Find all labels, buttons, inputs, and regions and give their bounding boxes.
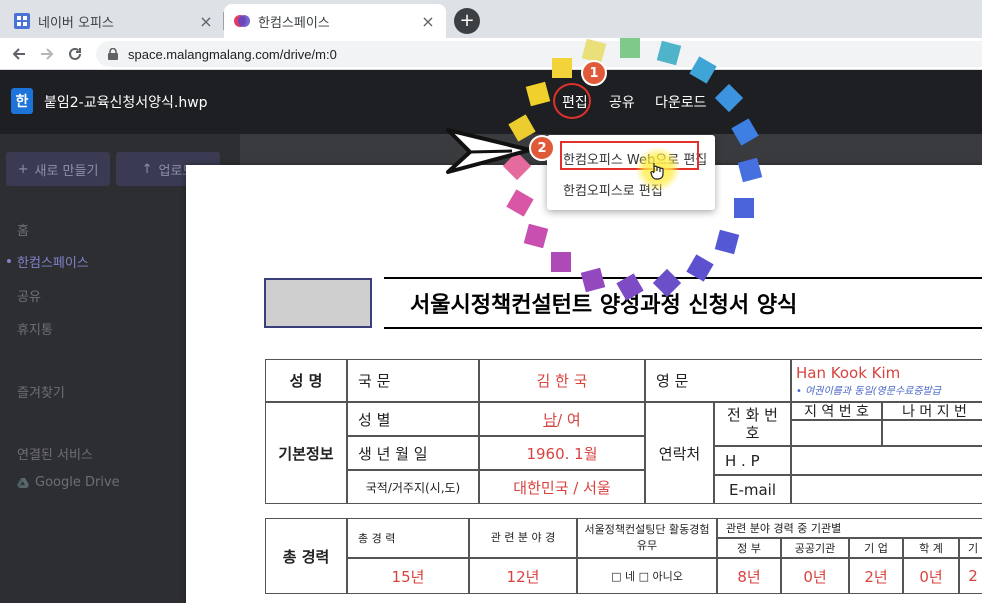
screen: 네이버 오피스 × 한컴스페이스 × + space.malangmalang.… xyxy=(0,0,982,603)
hancom-space-favicon-icon xyxy=(234,15,250,27)
document-preview: 서울시정책컨설턴트 양성과정 신청서 양식 성 명 국 문 김 한 국 영 문 … xyxy=(186,165,982,603)
gender-male: 남 xyxy=(543,410,558,429)
google-drive-label: Google Drive xyxy=(35,475,120,490)
tab-naver-office[interactable]: 네이버 오피스 × xyxy=(4,4,224,38)
url-text: space.malangmalang.com/drive/m:0 xyxy=(128,46,337,62)
lock-icon xyxy=(108,48,118,60)
contact-label: 연락처 xyxy=(645,402,714,504)
photo-placeholder xyxy=(264,278,372,328)
public-org-value: 0년 xyxy=(781,558,849,594)
new-tab-button[interactable]: + xyxy=(454,8,480,34)
tab-hancom-space[interactable]: 한컴스페이스 × xyxy=(224,4,446,38)
edit-in-hancom-office-item[interactable]: 한컴오피스로 편집 xyxy=(547,173,715,205)
korean-label: 국 문 xyxy=(347,359,479,402)
company-label: 기 업 xyxy=(849,538,903,558)
english-name-note: • 여권이름과 동일(영문수료증발급 xyxy=(796,386,941,397)
total-career-label: 총 경 력 xyxy=(347,518,469,558)
related-career-value: 12년 xyxy=(469,558,577,594)
birth-label: 생 년 월 일 xyxy=(347,436,479,470)
edit-menu-highlight-circle xyxy=(553,83,591,119)
hp-label: H . P xyxy=(714,446,791,475)
rest-number-label: 나 머 지 번 xyxy=(882,402,982,420)
hand-cursor-icon xyxy=(650,163,664,180)
gender-female: / 여 xyxy=(557,410,581,429)
step-1-badge: 1 xyxy=(581,60,607,86)
nationality-value: 대한민국 / 서울 xyxy=(479,470,645,504)
tab-close-icon[interactable]: × xyxy=(196,11,216,31)
birth-value: 1960. 1월 xyxy=(479,436,645,470)
email-label: E-mail xyxy=(714,475,791,504)
english-label: 영 문 xyxy=(645,359,791,402)
email-value xyxy=(791,475,982,504)
tab-title: 한컴스페이스 xyxy=(258,15,330,31)
total-career-value: 15년 xyxy=(347,558,469,594)
browser-tab-bar: 네이버 오피스 × 한컴스페이스 × + xyxy=(0,0,982,38)
company-value: 2년 xyxy=(849,558,903,594)
tab-title: 네이버 오피스 xyxy=(38,15,114,31)
share-menu-button[interactable]: 공유 xyxy=(609,92,635,112)
document-name: 붙임2-교육신청서양식.hwp xyxy=(44,95,208,111)
other-value: 2 xyxy=(959,558,982,594)
name-label: 성 명 xyxy=(265,359,347,402)
related-career-label: 관 련 분 야 경 xyxy=(469,518,577,558)
document-title: 서울시정책컨설턴트 양성과정 신청서 양식 xyxy=(384,277,982,329)
area-code-value xyxy=(791,420,882,446)
forward-icon[interactable] xyxy=(34,41,60,67)
sidebar-item-shared[interactable]: 공유 xyxy=(17,286,41,305)
upload-arrow-icon: ↑ xyxy=(141,161,153,177)
org-career-label: 관련 분야 경력 중 기관별 xyxy=(717,518,982,538)
gov-value: 8년 xyxy=(717,558,781,594)
back-icon[interactable] xyxy=(6,41,32,67)
active-indicator xyxy=(7,259,11,263)
gender-label: 성 별 xyxy=(347,402,479,436)
academic-label: 학 계 xyxy=(903,538,959,558)
rest-number-value xyxy=(882,420,982,446)
consulting-experience-value: □ 네 □ 아니오 xyxy=(577,558,717,594)
basic-info-label: 기본정보 xyxy=(265,402,347,504)
reload-icon[interactable] xyxy=(62,41,88,67)
naver-office-favicon-icon xyxy=(14,13,30,29)
hancom-logo-icon[interactable]: 한 xyxy=(11,88,33,114)
step-2-badge: 2 xyxy=(529,135,555,161)
gender-value: 남 / 여 xyxy=(479,402,645,436)
download-menu-button[interactable]: 다운로드 xyxy=(655,92,707,112)
consulting-experience-label: 서울정책컨설팅단 활동경험유무 xyxy=(577,518,717,558)
sidebar-item-home[interactable]: 홈 xyxy=(17,220,29,239)
sidebar-item-favorites[interactable]: 즐겨찾기 xyxy=(17,382,65,401)
english-name-value: Han Kook Kim xyxy=(796,364,901,382)
public-org-label: 공공기관 xyxy=(781,538,849,558)
sidebar-item-google-drive[interactable]: Google Drive xyxy=(17,475,120,490)
sidebar-item-trash[interactable]: 휴지통 xyxy=(17,319,53,338)
address-bar[interactable]: space.malangmalang.com/drive/m:0 xyxy=(96,41,982,67)
google-drive-icon xyxy=(17,477,29,488)
korean-name-value: 김 한 국 xyxy=(479,359,645,402)
connected-services-heading: 연결된 서비스 xyxy=(17,448,93,463)
career-label: 총 경력 xyxy=(265,518,347,594)
phone-label: 전 화 번 호 xyxy=(714,402,791,446)
tab-close-icon[interactable]: × xyxy=(418,11,438,31)
sidebar-item-hancom-space[interactable]: 한컴스페이스 xyxy=(17,252,89,271)
area-code-label: 지 역 번 호 xyxy=(791,402,882,420)
hp-value xyxy=(791,446,982,475)
more-menu-icon[interactable]: ⋮ xyxy=(728,92,742,108)
gov-label: 정 부 xyxy=(717,538,781,558)
english-name-cell: Han Kook Kim • 여권이름과 동일(영문수료증발급 xyxy=(791,359,982,402)
plus-icon: + xyxy=(17,161,29,177)
new-document-label: 새로 만들기 xyxy=(34,163,99,179)
nationality-label: 국적/거주지(시,도) xyxy=(347,470,479,504)
other-label: 기 xyxy=(959,538,982,558)
browser-toolbar: space.malangmalang.com/drive/m:0 xyxy=(0,38,982,70)
new-document-button[interactable]: + 새로 만들기 xyxy=(6,152,110,186)
app-header: 한 붙임2-교육신청서양식.hwp 편집 공유 다운로드 ⋮ xyxy=(0,70,982,134)
academic-value: 0년 xyxy=(903,558,959,594)
